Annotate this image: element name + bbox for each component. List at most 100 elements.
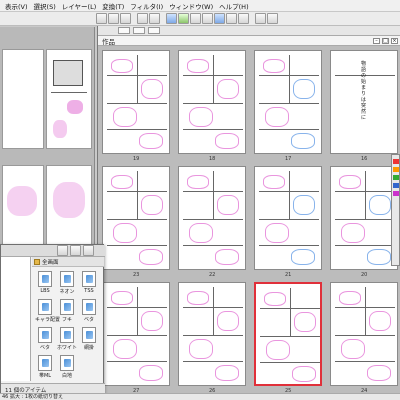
material-file-icon (38, 355, 52, 371)
material-file-icon (60, 355, 74, 371)
menu-layer[interactable]: レイヤー(L) (59, 1, 100, 11)
color-palette-strip[interactable] (391, 154, 400, 266)
material-item-label: TSS (84, 288, 94, 294)
zoom-icon[interactable] (226, 13, 237, 24)
nav-page-thumb[interactable] (46, 49, 92, 149)
material-item[interactable]: 白地 (57, 355, 77, 379)
material-window: 全画面 LBS ネオン TSS キャラ配置 フキ ベタ ベタ ホワイト 網掛 帯ML 白地 11 個… (0, 244, 105, 394)
doc-tab-bar (98, 26, 400, 36)
page-thumbnail[interactable] (254, 50, 322, 154)
menu-filter[interactable]: フィルタ(I) (127, 1, 166, 11)
layer-icon[interactable] (166, 13, 177, 24)
menu-transform[interactable]: 変換(T) (99, 1, 127, 11)
material-item[interactable]: TSS (79, 271, 99, 294)
color-swatch[interactable] (393, 167, 399, 172)
document-title: 作品 (102, 37, 115, 46)
doc-titlebar: 作品 – □ × (98, 36, 400, 46)
material-item[interactable]: LBS (35, 271, 55, 294)
page-thumbnail[interactable] (178, 50, 246, 154)
page-thumbnail[interactable]: 物語の始まりは突然に (330, 50, 398, 154)
material-item[interactable]: 帯ML (35, 355, 55, 379)
material-item-grid: LBS ネオン TSS キャラ配置 フキ ベタ ベタ ホワイト 網掛 帯ML 白地 (1, 245, 105, 383)
page-thumbnail[interactable] (330, 282, 398, 386)
material-item[interactable]: キャラ配置 (35, 299, 61, 323)
nav-page-thumb[interactable] (2, 49, 44, 149)
view-icon[interactable] (214, 13, 225, 24)
doc-tab[interactable] (133, 27, 145, 34)
redo-icon[interactable] (149, 13, 160, 24)
page-thumbnail[interactable] (330, 166, 398, 270)
page-grid: 19 18 17 物語の始まりは突然に 16 23 22 21 20 27 26 25 24 (98, 46, 400, 400)
open-file-icon[interactable] (108, 13, 119, 24)
main-toolbar (0, 12, 400, 26)
material-file-icon (60, 271, 74, 287)
material-item-label: 帯ML (38, 373, 52, 379)
material-item-label: LBS (40, 288, 50, 294)
material-file-icon (82, 299, 96, 315)
status-bar: 46 拡大 : 1枚の紙切り替え (0, 393, 400, 400)
grid-icon[interactable] (202, 13, 213, 24)
menu-window[interactable]: ウィンドウ(W) (166, 1, 216, 11)
maximize-button[interactable]: □ (382, 37, 389, 44)
material-item[interactable]: フキ (57, 299, 77, 323)
doc-tab[interactable] (118, 27, 130, 34)
menu-view[interactable]: 表示(V) (2, 1, 31, 11)
page-thumbnail[interactable] (102, 166, 170, 270)
material-item-label: フキ (61, 317, 72, 323)
material-item[interactable]: ベタ (35, 327, 55, 351)
material-item-label: ホワイト (57, 345, 78, 351)
selected-page-thumbnail[interactable] (254, 282, 322, 386)
material-item-label: ネオン (59, 289, 75, 295)
material-item-label: キャラ配置 (35, 317, 61, 323)
minimize-button[interactable]: – (373, 37, 380, 44)
save-icon[interactable] (120, 13, 131, 24)
new-file-icon[interactable] (96, 13, 107, 24)
menu-help[interactable]: ヘルプ(H) (216, 1, 251, 11)
material-file-icon (38, 271, 52, 287)
page-icon[interactable] (255, 13, 266, 24)
ruler-icon[interactable] (190, 13, 201, 24)
vertical-title-text: 物語の始まりは突然に (361, 61, 367, 121)
material-item[interactable]: 網掛 (79, 327, 99, 351)
undo-icon[interactable] (137, 13, 148, 24)
material-file-icon (60, 299, 74, 315)
document-window: 作品 – □ × 19 18 17 物語の始まりは突然に 16 23 22 21 20 27 26 2… (97, 26, 400, 400)
nav-page-thumb[interactable] (46, 165, 92, 245)
page-number: 21 (285, 272, 292, 278)
page-number: 16 (361, 156, 368, 162)
page-thumbnail[interactable] (178, 282, 246, 386)
menubar: 表示(V) 選択(S) レイヤー(L) 変換(T) フィルタ(I) ウィンドウ(… (0, 0, 400, 12)
material-file-icon (82, 271, 96, 287)
material-file-icon (82, 327, 96, 343)
material-item[interactable]: ネオン (57, 271, 77, 295)
material-item-label: ベタ (39, 345, 50, 351)
material-file-icon (60, 327, 74, 343)
material-item-label: 網掛 (83, 345, 94, 351)
page-thumbnail[interactable] (254, 166, 322, 270)
page-number: 17 (285, 156, 292, 162)
material-item-label: ベタ (83, 317, 94, 323)
page-thumbnail[interactable] (178, 166, 246, 270)
color-swatch[interactable] (393, 191, 399, 196)
menu-select[interactable]: 選択(S) (31, 1, 59, 11)
page-thumbnail[interactable] (102, 50, 170, 154)
page-number: 22 (209, 272, 216, 278)
page-number: 23 (133, 272, 140, 278)
color-swatch[interactable] (393, 159, 399, 164)
page-number: 19 (133, 156, 140, 162)
page-number: 20 (361, 272, 368, 278)
tone-icon[interactable] (178, 13, 189, 24)
close-button[interactable]: × (391, 37, 398, 44)
color-swatch[interactable] (393, 175, 399, 180)
color-swatch[interactable] (393, 183, 399, 188)
material-item-label: 白地 (61, 373, 72, 379)
material-item[interactable]: ベタ (79, 299, 99, 323)
nav-page-thumb[interactable] (2, 165, 44, 245)
doc-tab[interactable] (148, 27, 160, 34)
material-file-icon (38, 299, 52, 315)
material-item[interactable]: ホワイト (57, 327, 77, 351)
navigator-panel (0, 27, 95, 245)
settings-icon[interactable] (267, 13, 278, 24)
page-thumbnail[interactable] (102, 282, 170, 386)
rotate-icon[interactable] (238, 13, 249, 24)
